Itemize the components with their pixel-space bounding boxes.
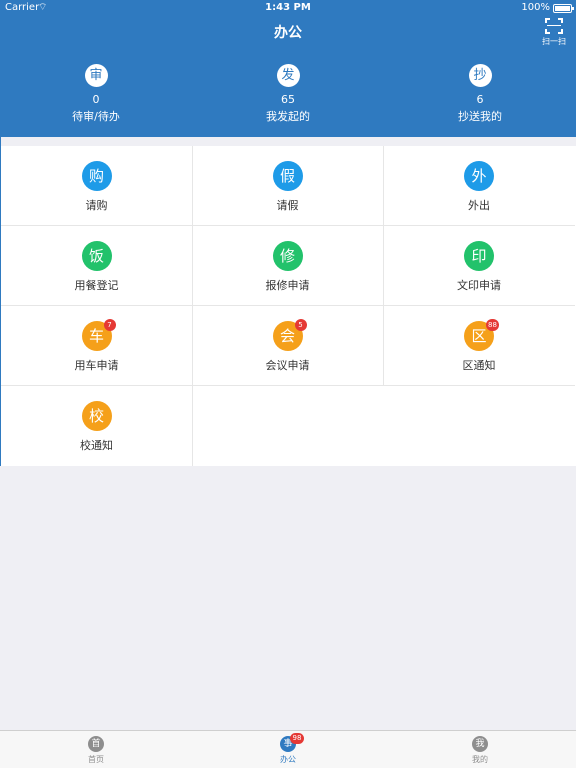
grid-item-label: 请购: [85, 199, 108, 212]
copy-icon: 抄: [468, 64, 492, 87]
grid-item-purchase[interactable]: 购 请购: [1, 146, 193, 226]
summary-initiated[interactable]: 发 65 我发起的: [192, 64, 384, 124]
grid-item-label: 文印申请: [457, 279, 501, 292]
grid-item-meeting[interactable]: 会5 会议申请: [192, 306, 384, 386]
review-icon: 审: [84, 64, 108, 87]
repair-icon: 修: [272, 241, 303, 271]
meal-icon: 饭: [81, 241, 112, 271]
grid-item-label: 外出: [468, 199, 490, 212]
print-icon: 印: [464, 241, 494, 271]
scan-label: 扫一扫: [542, 37, 566, 46]
grid-item-school-notice[interactable]: 校 校通知: [1, 386, 193, 466]
status-bar: Carrier ⌔ 1:43 PM 100%: [0, 0, 576, 16]
outing-icon: 外: [464, 161, 494, 191]
send-icon: 发: [276, 64, 300, 87]
grid-item-repair[interactable]: 修 报修申请: [192, 226, 384, 306]
grid-item-label: 会议申请: [265, 359, 310, 372]
summary-count: 65: [281, 93, 295, 106]
summary-count: 6: [476, 93, 484, 106]
scan-icon: [545, 18, 563, 34]
tab-mine[interactable]: 我 我的: [384, 736, 576, 765]
battery-nub: [572, 7, 574, 10]
summary-label: 我发起的: [266, 110, 310, 123]
profile-icon: 我: [472, 736, 488, 752]
function-grid: 购 请购 假 请假 外 外出 饭 用餐登记 修 报修申请 印 文印申请 车7 用…: [1, 146, 576, 466]
tab-icon-char: 我: [475, 739, 485, 749]
tab-bar: 首 首页 事 98 办公 我 我的: [0, 730, 576, 768]
grid-item-print[interactable]: 印 文印申请: [383, 226, 575, 306]
grid-item-meal[interactable]: 饭 用餐登记: [1, 226, 193, 306]
battery-percent: 100%: [521, 2, 550, 13]
tab-label: 办公: [280, 755, 296, 764]
summary-label: 待审/待办: [72, 110, 120, 123]
battery-icon: [553, 4, 572, 13]
grid-item-leave[interactable]: 假 请假: [192, 146, 384, 226]
summary-label: 抄送我的: [458, 110, 502, 123]
home-icon: 首: [88, 736, 104, 752]
tab-home[interactable]: 首 首页: [0, 736, 192, 765]
leave-icon: 假: [272, 161, 303, 191]
purchase-icon: 购: [81, 161, 112, 191]
school-icon: 校: [81, 401, 112, 431]
summary-count: 0: [92, 93, 100, 106]
badge: 7: [103, 319, 116, 331]
tab-office[interactable]: 事 98 办公: [192, 733, 384, 765]
grid-item-outing[interactable]: 外 外出: [383, 146, 575, 226]
badge: 88: [486, 319, 499, 331]
grid-item-label: 报修申请: [265, 279, 310, 292]
summary-pending[interactable]: 审 0 待审/待办: [0, 64, 192, 124]
tab-label: 我的: [472, 755, 488, 764]
grid-item-label: 请假: [276, 199, 299, 212]
tab-icon-char: 首: [91, 739, 101, 749]
grid-item-label: 用餐登记: [74, 279, 119, 292]
grid-item-label: 区通知: [462, 359, 496, 372]
header-bar: Carrier ⌔ 1:43 PM 100% 办公 扫一扫 审 0 待审/待办 …: [0, 0, 576, 137]
status-time: 1:43 PM: [265, 2, 311, 13]
scan-button[interactable]: 扫一扫: [540, 18, 568, 47]
tab-label: 首页: [88, 755, 104, 764]
grid-item-label: 用车申请: [74, 359, 119, 372]
office-icon: 事 98: [280, 733, 304, 752]
badge: 5: [294, 319, 307, 331]
badge: 98: [290, 733, 304, 744]
grid-item-district-notice[interactable]: 区 88 区通知: [383, 306, 575, 386]
summary-row: 审 0 待审/待办 发 65 我发起的 抄 6 抄送我的: [0, 64, 576, 128]
grid-item-vehicle[interactable]: 车7 用车申请: [1, 306, 193, 386]
page-title: 办公: [274, 25, 302, 41]
grid-item-label: 校通知: [80, 439, 113, 452]
summary-cc[interactable]: 抄 6 抄送我的: [384, 64, 576, 124]
